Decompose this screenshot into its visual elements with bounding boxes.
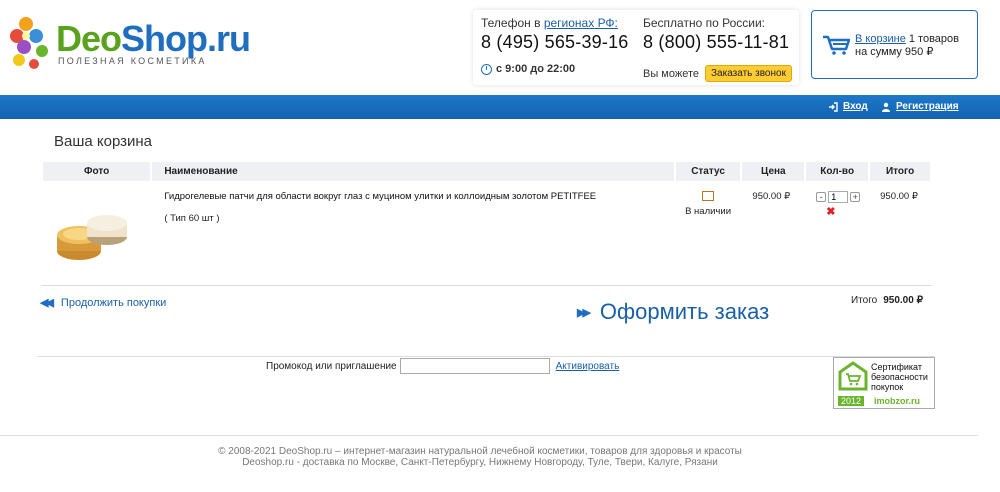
continue-shopping-link[interactable]: Продолжить покупки	[61, 297, 166, 309]
login-link[interactable]: Вход	[828, 101, 868, 112]
quantity-input[interactable]	[828, 191, 849, 203]
product-photo-cell	[43, 181, 150, 273]
divider	[0, 435, 978, 436]
order-total-value: 950.00 ₽	[883, 295, 923, 306]
flower-logo-icon	[10, 17, 48, 69]
header-cart[interactable]: В корзине 1 товаров на сумму 950 ₽	[811, 10, 978, 79]
col-status: Статус	[675, 162, 741, 181]
security-certificate-badge[interactable]: Сертификат безопасности покупок 2012 imo…	[833, 357, 935, 409]
work-hours: с 9:00 до 22:00	[481, 63, 629, 75]
footer-copyright: © 2008-2021 DeoShop.ru – интернет-магази…	[218, 446, 742, 457]
qty-decrease-button[interactable]: -	[816, 192, 827, 202]
logo-subtitle: ПОЛЕЗНАЯ КОСМЕТИКА	[58, 56, 207, 66]
request-call-button[interactable]: Заказать звонок	[705, 65, 792, 82]
divider	[41, 285, 932, 286]
shopping-cart-icon	[823, 35, 850, 55]
unit-price: 950.00 ₽	[752, 191, 791, 202]
cert-year: 2012	[838, 396, 865, 406]
activate-promo-link[interactable]: Активировать	[556, 361, 620, 372]
col-name: Наименование	[152, 162, 674, 181]
promo-code-form: Промокод или приглашение Активировать	[266, 358, 619, 374]
continue-shopping: ◀◀ Продолжить покупки	[40, 296, 166, 310]
logo-text: DeoShop.ru	[56, 18, 251, 59]
price-cell: 950.00 ₽	[742, 181, 804, 273]
row-total: 950.00 ₽	[880, 191, 918, 202]
user-icon	[882, 102, 890, 112]
free-phone-number: 8 (800) 555-11-81	[643, 32, 790, 52]
checkout-label: Оформить заказ	[599, 299, 770, 324]
register-link[interactable]: Регистрация	[881, 101, 959, 112]
divider	[37, 356, 934, 357]
site-logo[interactable]: DeoShop.ru ПОЛЕЗНАЯ КОСМЕТИКА	[8, 14, 251, 74]
table-header-row: Фото Наименование Статус Цена Кол-во Ито…	[43, 162, 930, 181]
contact-box: Телефон в регионах РФ: 8 (495) 565-39-16…	[473, 10, 799, 85]
qty-increase-button[interactable]: +	[850, 192, 861, 202]
col-photo: Фото	[43, 162, 151, 181]
top-nav-bar: Вход Регистрация	[0, 95, 1000, 119]
cart-table: Фото Наименование Статус Цена Кол-во Ито…	[41, 162, 932, 273]
col-qty: Кол-во	[806, 162, 869, 181]
footer-delivery: Deoshop.ru - доставка по Москве, Санкт-П…	[242, 457, 718, 468]
regions-link[interactable]: регионах РФ:	[544, 16, 618, 30]
stock-status: В наличии	[685, 206, 731, 217]
clock-icon	[481, 63, 492, 75]
double-left-arrow-icon: ◀◀	[40, 297, 54, 309]
product-name[interactable]: Гидрогелевые патчи для области вокруг гл…	[164, 191, 673, 202]
login-icon	[829, 101, 838, 112]
page-title: Ваша корзина	[54, 133, 153, 150]
status-cell: В наличии	[676, 181, 741, 273]
product-image[interactable]	[51, 201, 131, 271]
footer: © 2008-2021 DeoShop.ru – интернет-магази…	[0, 446, 960, 468]
free-phone: Бесплатно по России: 8 (800) 555-11-81 В…	[643, 16, 792, 82]
quantity-stepper: - +	[806, 191, 868, 203]
double-right-arrow-icon: ▶▶	[577, 306, 591, 319]
checkout-button[interactable]: ▶▶ Оформить заказ	[577, 299, 769, 325]
table-row: Гидрогелевые патчи для области вокруг гл…	[43, 181, 930, 273]
cert-site: imobzor.ru	[874, 396, 921, 406]
col-total: Итого	[870, 162, 930, 181]
cart-count: 1 товаров	[905, 33, 960, 45]
total-cell: 950.00 ₽	[870, 181, 930, 273]
regional-phone: Телефон в регионах РФ: 8 (495) 565-39-16…	[481, 16, 629, 75]
promo-label: Промокод или приглашение	[266, 360, 397, 372]
product-type: ( Тип 60 шт )	[164, 213, 220, 224]
promo-code-input[interactable]	[399, 358, 550, 374]
phone-number: 8 (495) 565-39-16	[481, 32, 629, 52]
cart-link[interactable]: В корзине	[855, 33, 906, 45]
qty-cell: - + ✖	[806, 181, 868, 273]
shield-cart-icon	[838, 361, 868, 391]
cart-sum: на сумму 950 ₽	[855, 46, 934, 58]
col-price: Цена	[742, 162, 805, 181]
product-name-cell: Гидрогелевые патчи для области вокруг гл…	[152, 181, 673, 273]
order-total: Итого 950.00 ₽	[851, 295, 923, 306]
in-stock-box-icon	[702, 191, 715, 201]
remove-item-icon[interactable]: ✖	[826, 205, 868, 218]
